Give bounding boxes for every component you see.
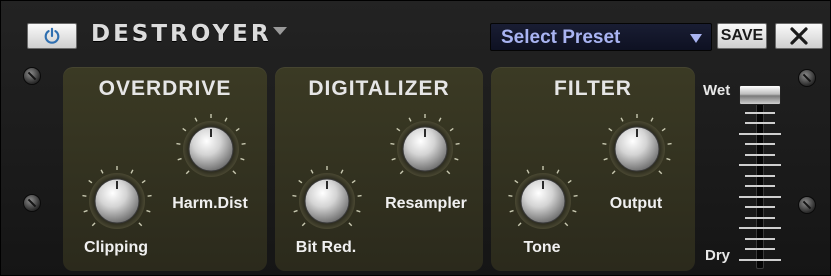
destroyer-device: DESTROYER Select Preset SAVE OVERDRIVE C… — [0, 0, 831, 276]
fader-tick — [745, 111, 775, 114]
fader-tick — [739, 132, 781, 135]
dry-label: Dry — [705, 247, 731, 264]
panel-title: OVERDRIVE — [98, 77, 232, 100]
digitalizer-panel: DIGITALIZER Bit Red. Resampler — [275, 67, 483, 271]
bit-reduction-knob[interactable] — [291, 165, 363, 237]
close-button[interactable] — [775, 23, 823, 49]
panel-title: DIGITALIZER — [308, 77, 450, 100]
fader-tick — [739, 258, 781, 261]
fader-tick — [745, 153, 775, 156]
fader-tick — [739, 227, 781, 229]
filter-panel: FILTER Tone Output — [491, 67, 695, 271]
harm-dist-knob[interactable] — [175, 113, 247, 185]
fader-tick — [739, 164, 781, 166]
title-menu-caret-icon[interactable] — [273, 27, 287, 35]
save-button[interactable]: SAVE — [717, 23, 767, 49]
screw-icon — [798, 196, 816, 214]
knob-label: Clipping — [84, 239, 148, 256]
wet-label: Wet — [703, 82, 731, 99]
knob-label: Resampler — [385, 195, 467, 212]
knob-label: Bit Red. — [295, 239, 357, 256]
power-button[interactable] — [27, 23, 77, 49]
screw-icon — [23, 194, 41, 212]
fader-tick — [745, 248, 775, 250]
clipping-knob[interactable] — [81, 165, 153, 237]
fader-track[interactable] — [756, 89, 764, 269]
close-icon — [790, 27, 808, 45]
overdrive-panel: OVERDRIVE Clipping Harm.Dist — [63, 67, 267, 271]
fader-tick — [739, 195, 781, 198]
dropdown-arrow-icon — [690, 34, 702, 43]
screw-icon — [798, 69, 816, 87]
fader-handle[interactable] — [739, 85, 781, 105]
resampler-knob[interactable] — [389, 113, 461, 185]
tone-knob[interactable] — [507, 165, 579, 237]
wet-dry-fader[interactable]: Wet Dry — [701, 79, 797, 271]
fader-tick — [745, 143, 775, 145]
knob-label: Harm.Dist — [172, 195, 248, 212]
fader-tick — [745, 122, 775, 124]
fader-tick — [745, 206, 775, 208]
device-title: DESTROYER — [91, 21, 272, 47]
fader-tick — [745, 237, 775, 240]
power-icon — [44, 27, 60, 44]
fader-tick — [745, 185, 775, 187]
fader-tick — [745, 216, 775, 219]
knob-label: Output — [609, 195, 663, 212]
device-header: DESTROYER Select Preset SAVE — [1, 1, 831, 57]
preset-select-label: Select Preset — [501, 27, 621, 48]
screw-icon — [23, 67, 41, 85]
knob-label: Tone — [523, 239, 561, 256]
preset-select[interactable]: Select Preset — [490, 23, 712, 51]
output-knob[interactable] — [601, 113, 673, 185]
fader-tick — [745, 174, 775, 177]
panel-title: FILTER — [554, 77, 632, 100]
